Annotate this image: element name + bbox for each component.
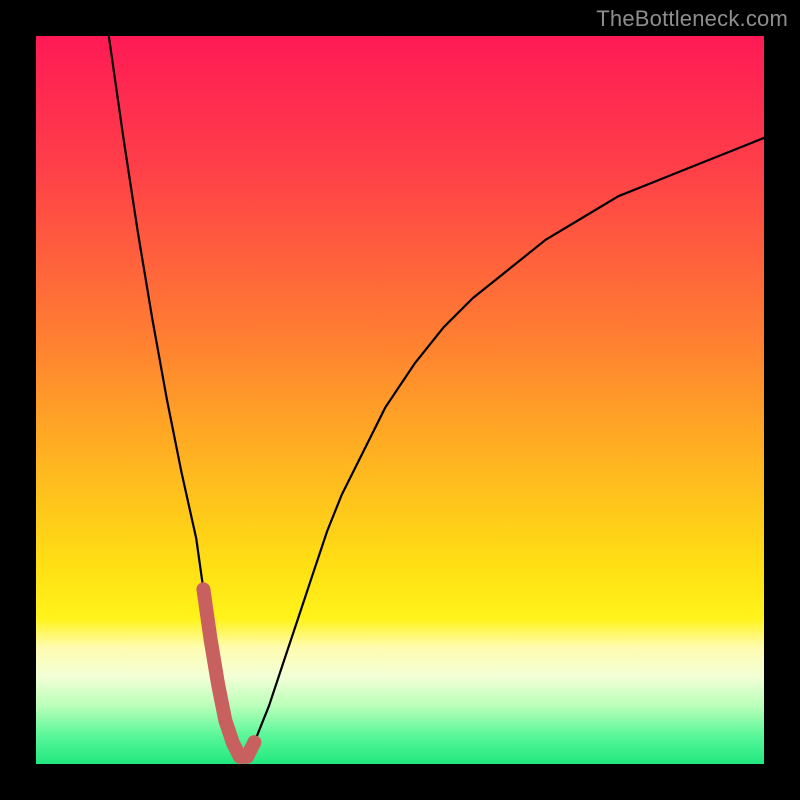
outer-frame: TheBottleneck.com xyxy=(0,0,800,800)
bottleneck-curve xyxy=(36,36,764,764)
plot-area xyxy=(36,36,764,764)
watermark-text: TheBottleneck.com xyxy=(596,6,788,32)
